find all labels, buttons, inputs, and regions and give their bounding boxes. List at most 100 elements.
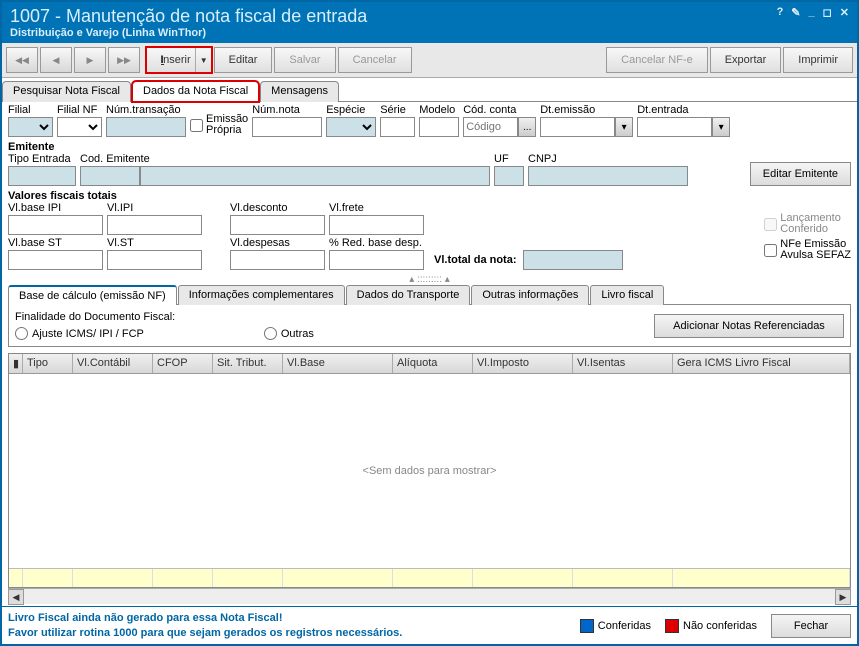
codemitente-label: Cod. Emitente xyxy=(80,153,490,165)
outras-radio[interactable] xyxy=(264,327,277,340)
numnota-input[interactable] xyxy=(252,117,322,137)
modelo-input[interactable] xyxy=(419,117,459,137)
exportar-button[interactable]: Exportar xyxy=(710,47,782,73)
tab-mensagens[interactable]: Mensagens xyxy=(260,81,339,102)
valores-section: Valores fiscais totais xyxy=(8,190,851,202)
pctred-input[interactable] xyxy=(329,250,424,270)
filialnf-select[interactable] xyxy=(57,117,102,137)
subtab-transp[interactable]: Dados do Transporte xyxy=(346,285,471,305)
tab-pesquisar[interactable]: Pesquisar Nota Fiscal xyxy=(2,81,131,102)
grid-filter-row[interactable] xyxy=(9,568,850,587)
dtentrada-label: Dt.entrada xyxy=(637,104,730,116)
col-sittribut[interactable]: Sit. Tribut. xyxy=(213,354,283,373)
cnpj-label: CNPJ xyxy=(528,153,688,165)
dtentrada-input[interactable] xyxy=(637,117,712,137)
nav-first-button[interactable]: ◀◀ xyxy=(6,47,38,73)
uf-input[interactable] xyxy=(494,166,524,186)
filialnf-label: Filial NF xyxy=(57,104,102,116)
tab-dados[interactable]: Dados da Nota Fiscal xyxy=(132,81,259,102)
vlfrete-input[interactable] xyxy=(329,215,424,235)
nfe-avulsa-label: NFe EmissãoAvulsa SEFAZ xyxy=(780,239,851,261)
chevron-down-icon[interactable]: ▼ xyxy=(195,48,208,72)
data-grid: ▮ Tipo Vl.Contábil CFOP Sit. Tribut. Vl.… xyxy=(8,353,851,588)
numtrans-input[interactable] xyxy=(106,117,186,137)
vlbaseipi-label: Vl.base IPI xyxy=(8,202,103,214)
sub-tabs: Base de cálculo (emissão NF) Informações… xyxy=(8,284,851,305)
subtab-livro[interactable]: Livro fiscal xyxy=(590,285,664,305)
restore-icon[interactable]: ◻ xyxy=(823,6,832,19)
col-geraicms[interactable]: Gera ICMS Livro Fiscal xyxy=(673,354,850,373)
col-aliquota[interactable]: Alíquota xyxy=(393,354,473,373)
minimize-icon[interactable]: _ xyxy=(809,6,815,19)
nav-last-button[interactable]: ▶▶ xyxy=(108,47,140,73)
col-vlisentas[interactable]: Vl.Isentas xyxy=(573,354,673,373)
outras-radio-label: Outras xyxy=(281,328,314,340)
editar-emitente-button[interactable]: Editar Emitente xyxy=(750,162,851,186)
scroll-left-arrow-icon[interactable]: ◀ xyxy=(8,589,24,605)
adicionar-notas-button[interactable]: Adicionar Notas Referenciadas xyxy=(654,314,844,338)
editar-button[interactable]: Editar xyxy=(214,47,273,73)
nfe-avulsa-checkbox[interactable] xyxy=(764,244,777,257)
codconta-label: Cód. conta xyxy=(463,104,536,116)
emissao-propria-checkbox[interactable] xyxy=(190,119,203,132)
imprimir-button[interactable]: Imprimir xyxy=(783,47,853,73)
lanc-conferido-label: LançamentoConferido xyxy=(780,213,841,235)
vlbasest-label: Vl.base ST xyxy=(8,237,103,249)
modelo-label: Modelo xyxy=(419,104,459,116)
serie-input[interactable] xyxy=(380,117,415,137)
cancelar-button[interactable]: Cancelar xyxy=(338,47,412,73)
subtab-outras[interactable]: Outras informações xyxy=(471,285,589,305)
nomeemitente-input[interactable] xyxy=(140,166,490,186)
especie-label: Espécie xyxy=(326,104,376,116)
col-vlbase[interactable]: Vl.Base xyxy=(283,354,393,373)
ajuste-radio[interactable] xyxy=(15,327,28,340)
dtemissao-picker-button[interactable]: ▾ xyxy=(615,117,633,137)
codconta-input[interactable] xyxy=(463,117,518,137)
dtentrada-picker-button[interactable]: ▾ xyxy=(712,117,730,137)
codemitente-input[interactable] xyxy=(80,166,140,186)
col-vlcontabil[interactable]: Vl.Contábil xyxy=(73,354,153,373)
grid-indicator-col[interactable]: ▮ xyxy=(9,354,23,373)
vldespesas-input[interactable] xyxy=(230,250,325,270)
numnota-label: Núm.nota xyxy=(252,104,322,116)
col-vlimposto[interactable]: Vl.Imposto xyxy=(473,354,573,373)
salvar-button[interactable]: Salvar xyxy=(274,47,335,73)
scroll-right-arrow-icon[interactable]: ▶ xyxy=(835,589,851,605)
pctred-label: % Red. base desp. xyxy=(329,237,424,249)
horizontal-scrollbar[interactable]: ◀ ▶ xyxy=(8,588,851,604)
edit-icon[interactable]: ✎ xyxy=(791,6,800,19)
titlebar: 1007 - Manutenção de nota fiscal de entr… xyxy=(2,2,857,43)
vldesconto-input[interactable] xyxy=(230,215,325,235)
codconta-lookup-button[interactable]: ... xyxy=(518,117,536,137)
cnpj-input[interactable] xyxy=(528,166,688,186)
fechar-button[interactable]: Fechar xyxy=(771,614,851,638)
vlst-input[interactable] xyxy=(107,250,202,270)
filial-select[interactable] xyxy=(8,117,53,137)
nav-next-button[interactable]: ▶ xyxy=(74,47,106,73)
footer-msg-2: Favor utilizar rotina 1000 para que seja… xyxy=(8,626,402,640)
dtemissao-input[interactable] xyxy=(540,117,615,137)
col-cfop[interactable]: CFOP xyxy=(153,354,213,373)
inserir-button[interactable]: IInserir▼ xyxy=(146,47,212,73)
lanc-conferido-checkbox xyxy=(764,218,777,231)
col-tipo[interactable]: Tipo xyxy=(23,354,73,373)
filial-label: Filial xyxy=(8,104,53,116)
splitter-grip[interactable]: ▴ ::::::::: ▴ xyxy=(8,276,851,284)
emitente-section: Emitente xyxy=(8,141,851,153)
vlipi-input[interactable] xyxy=(107,215,202,235)
subtab-info[interactable]: Informações complementares xyxy=(178,285,345,305)
cancelar-nfe-button[interactable]: Cancelar NF-e xyxy=(606,47,708,73)
especie-select[interactable] xyxy=(326,117,376,137)
vltotalnota-input[interactable] xyxy=(523,250,623,270)
nav-prev-button[interactable]: ◀ xyxy=(40,47,72,73)
finalidade-label: Finalidade do Documento Fiscal: xyxy=(15,311,314,323)
help-icon[interactable]: ? xyxy=(777,6,784,19)
legend-conferidas: Conferidas xyxy=(580,619,651,633)
vlbaseipi-input[interactable] xyxy=(8,215,103,235)
ajuste-radio-label: Ajuste ICMS/ IPI / FCP xyxy=(32,328,144,340)
tipoentrada-input[interactable] xyxy=(8,166,76,186)
subtab-base[interactable]: Base de cálculo (emissão NF) xyxy=(8,285,177,305)
vlbasest-input[interactable] xyxy=(8,250,103,270)
vlfrete-label: Vl.frete xyxy=(329,202,424,214)
close-icon[interactable]: ✕ xyxy=(840,6,849,19)
